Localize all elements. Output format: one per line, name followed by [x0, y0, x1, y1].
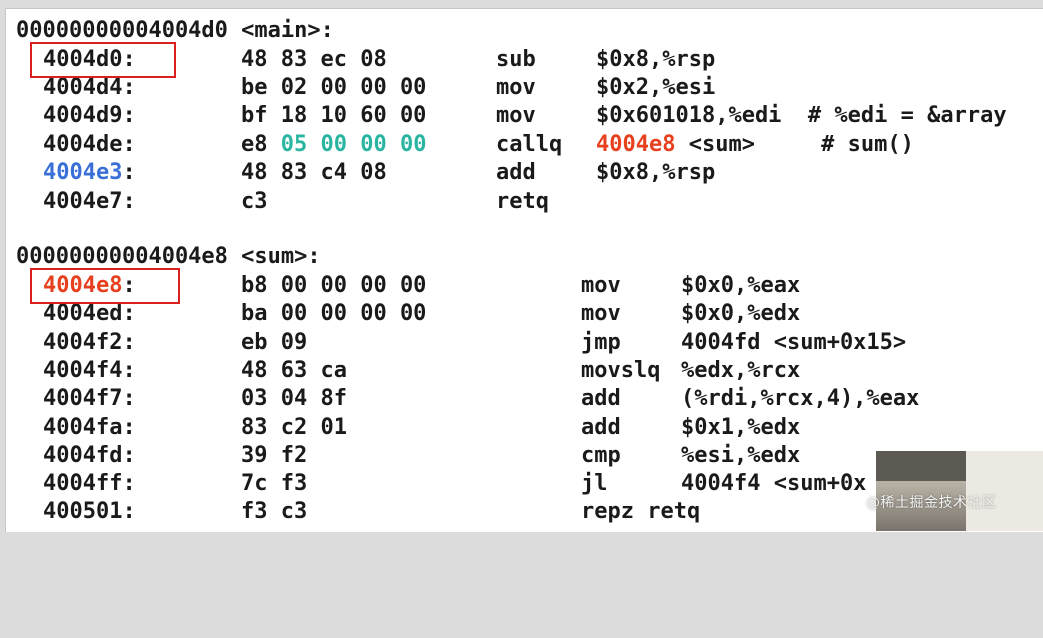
sum-row-2-bytes: eb 09 [241, 330, 308, 355]
main-row-3-bytes-offset: 05 00 00 00 [280, 132, 427, 157]
main-row-5: 4004e7: c3 retq [6, 188, 549, 216]
main-row-5-addr: 4004e7: [43, 189, 136, 214]
sum-row-0-operands: $0x0,%eax [681, 273, 801, 298]
main-row-3: 4004de: e8 05 00 00 00 callq 4004e8 <sum… [6, 131, 914, 159]
site-watermark: @稀土掘金技术社区 [866, 495, 997, 511]
sum-row-4-bytes: 03 04 8f [241, 386, 347, 411]
main-row-2-operands: $0x601018,%edi # %edi = &array [596, 103, 1007, 128]
call-target-address: 4004e8 [596, 132, 676, 157]
sum-row-6-mnemonic: cmp [581, 443, 621, 468]
main-row-1-operands: $0x2,%esi [596, 75, 716, 100]
sum-row-7-mnemonic: jl [581, 471, 608, 496]
main-row-3-operands-rest: <sum> # sum() [675, 132, 914, 157]
main-row-5-bytes: c3 [241, 189, 268, 214]
webcam-shadow [876, 451, 966, 481]
sum-header: 00000000004004e8 <sum>: [16, 244, 321, 269]
sum-row-5-operands: $0x1,%edx [681, 415, 801, 440]
sum-row-8-bytes: f3 c3 [241, 499, 308, 524]
main-row-3-bytes: e8 05 00 00 00 [241, 131, 426, 159]
sum-row-3-mnemonic: movslq [581, 358, 661, 383]
sum-row-2-addr: 4004f2: [43, 330, 136, 355]
sum-row-5-bytes: 83 c2 01 [241, 415, 347, 440]
sum-row-1-addr: 4004ed: [43, 301, 136, 326]
sum-row-1-operands: $0x0,%edx [681, 301, 801, 326]
main-row-2-bytes: bf 18 10 60 00 [241, 103, 427, 128]
sum-row-2-mnemonic: jmp [581, 330, 621, 355]
sum-row-8: 400501: f3 c3 repz retq [6, 498, 700, 526]
main-row-1: 4004d4: be 02 00 00 00 mov $0x2,%esi [6, 74, 715, 102]
sum-row-5-mnemonic: add [581, 415, 621, 440]
sum-row-4: 4004f7: 03 04 8f add (%rdi,%rcx,4),%eax [6, 385, 919, 413]
main-row-4-bytes: 48 83 c4 08 [241, 160, 387, 185]
main-row-3-bytes-prefix: e8 [241, 132, 281, 157]
main-row-2-mnemonic: mov [496, 103, 536, 128]
sum-row-7-addr: 4004ff: [43, 471, 136, 496]
main-row-4-addr-colon: : [122, 160, 136, 185]
sum-row-1: 4004ed: ba 00 00 00 00 mov $0x0,%edx [6, 300, 800, 328]
main-row-3-mnemonic: callq [496, 132, 563, 157]
sum-row-3: 4004f4: 48 63 ca movslq %edx,%rcx [6, 357, 800, 385]
sum-row-6-addr: 4004fd: [43, 443, 136, 468]
sum-row-7-operands: 4004f4 <sum+0x [681, 471, 867, 496]
sum-row-8-mnemonic: repz retq [581, 499, 701, 524]
main-row-5-mnemonic: retq [496, 189, 549, 214]
sum-entry-highlight-box [30, 268, 180, 304]
main-row-1-bytes: be 02 00 00 00 [241, 75, 427, 100]
main-row-0-bytes: 48 83 ec 08 [241, 47, 387, 72]
main-row-2-addr: 4004d9: [43, 103, 136, 128]
sum-row-5-addr: 4004fa: [43, 415, 136, 440]
sum-row-3-addr: 4004f4: [43, 358, 136, 383]
main-row-3-operands: 4004e8 <sum> # sum() [596, 131, 914, 159]
webcam-wall [966, 451, 1043, 531]
webcam-overlay [876, 451, 1043, 531]
sum-row-5: 4004fa: 83 c2 01 add $0x1,%edx [6, 414, 800, 442]
main-row-4-addr: 4004e3: [43, 159, 136, 187]
main-row-1-mnemonic: mov [496, 75, 536, 100]
main-row-0-operands: $0x8,%rsp [596, 47, 716, 72]
sum-row-3-bytes: 48 63 ca [241, 358, 347, 383]
main-header-line: 00000000004004d0 <main>: [6, 17, 334, 45]
sum-row-4-operands: (%rdi,%rcx,4),%eax [681, 386, 920, 411]
sum-row-2: 4004f2: eb 09 jmp 4004fd <sum+0x15> [6, 329, 906, 357]
sum-row-1-mnemonic: mov [581, 301, 621, 326]
sum-row-0-mnemonic: mov [581, 273, 621, 298]
main-row-0-mnemonic: sub [496, 47, 536, 72]
main-row-4-mnemonic: add [496, 160, 536, 185]
main-row-4-operands: $0x8,%rsp [596, 160, 716, 185]
sum-row-4-addr: 4004f7: [43, 386, 136, 411]
sum-row-7: 4004ff: 7c f3 jl 4004f4 <sum+0x [6, 470, 866, 498]
sum-row-6-operands: %esi,%edx [681, 443, 801, 468]
sum-row-6-bytes: 39 f2 [241, 443, 308, 468]
main-header: 00000000004004d0 <main>: [16, 18, 334, 43]
sum-row-1-bytes: ba 00 00 00 00 [241, 301, 427, 326]
sum-row-8-addr: 400501: [43, 499, 136, 524]
main-row-1-addr: 4004d4: [43, 75, 136, 100]
sum-row-6: 4004fd: 39 f2 cmp %esi,%edx [6, 442, 800, 470]
main-row-4: 4004e3: 48 83 c4 08 add $0x8,%rsp [6, 159, 715, 187]
sum-row-2-operands: 4004fd <sum+0x15> [681, 330, 907, 355]
sum-row-4-mnemonic: add [581, 386, 621, 411]
main-entry-highlight-box [30, 42, 176, 78]
main-row-3-addr: 4004de: [43, 132, 136, 157]
sum-row-0-bytes: b8 00 00 00 00 [241, 273, 427, 298]
return-address: 4004e3 [43, 160, 123, 185]
sum-row-7-bytes: 7c f3 [241, 471, 308, 496]
main-row-2: 4004d9: bf 18 10 60 00 mov $0x601018,%ed… [6, 102, 1007, 130]
sum-header-line: 00000000004004e8 <sum>: [6, 243, 321, 271]
sum-row-3-operands: %edx,%rcx [681, 358, 801, 383]
